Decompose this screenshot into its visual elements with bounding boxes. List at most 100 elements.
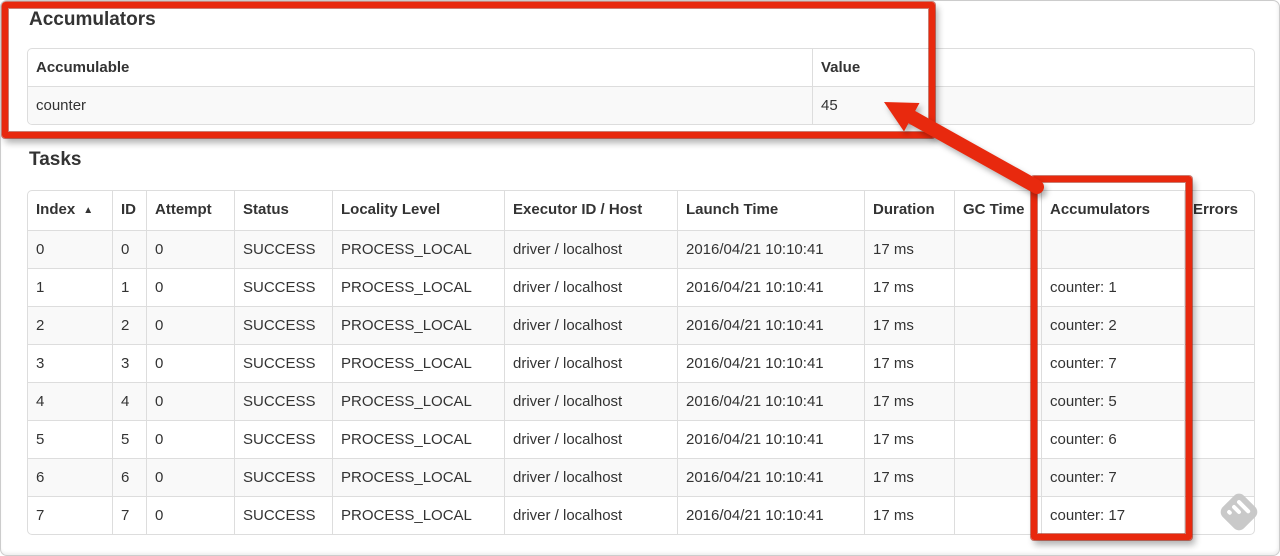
launch-time-cell: 2016/04/21 10:10:41 (677, 420, 864, 458)
duration-cell: 17 ms (864, 420, 954, 458)
errors-column-header[interactable]: Errors (1184, 191, 1254, 230)
tasks-header-row: Index ▲ ID Attempt Status Locality Level … (28, 191, 1254, 230)
sort-ascending-icon: ▲ (83, 205, 94, 216)
accumulators-cell: counter: 5 (1041, 382, 1184, 420)
index-cell: 7 (28, 496, 112, 534)
table-row: 6 6 0 SUCCESS PROCESS_LOCAL driver / loc… (28, 458, 1254, 496)
accumulators-column-header[interactable]: Accumulators (1041, 191, 1184, 230)
launch-time-cell: 2016/04/21 10:10:41 (677, 230, 864, 268)
duration-column-header[interactable]: Duration (864, 191, 954, 230)
table-row: 3 3 0 SUCCESS PROCESS_LOCAL driver / loc… (28, 344, 1254, 382)
attempt-cell: 0 (146, 496, 234, 534)
gc-time-cell (954, 306, 1041, 344)
table-row: 1 1 0 SUCCESS PROCESS_LOCAL driver / loc… (28, 268, 1254, 306)
errors-cell (1184, 268, 1254, 306)
index-cell: 3 (28, 344, 112, 382)
tasks-table: Index ▲ ID Attempt Status Locality Level … (27, 190, 1255, 535)
id-cell: 6 (112, 458, 146, 496)
status-cell: SUCCESS (234, 382, 332, 420)
table-row: counter 45 (28, 86, 1254, 124)
launch-time-cell: 2016/04/21 10:10:41 (677, 496, 864, 534)
index-header-label: Index (36, 201, 76, 218)
accumulators-cell: counter: 7 (1041, 458, 1184, 496)
accumulators-cell (1041, 230, 1184, 268)
gc-time-cell (954, 420, 1041, 458)
gc-time-column-header[interactable]: GC Time (954, 191, 1041, 230)
locality-cell: PROCESS_LOCAL (332, 420, 504, 458)
executor-cell: driver / localhost (504, 420, 677, 458)
accumulators-cell: counter: 6 (1041, 420, 1184, 458)
status-column-header[interactable]: Status (234, 191, 332, 230)
launch-time-cell: 2016/04/21 10:10:41 (677, 382, 864, 420)
attempt-cell: 0 (146, 230, 234, 268)
id-cell: 5 (112, 420, 146, 458)
id-cell: 4 (112, 382, 146, 420)
accumulators-cell: counter: 17 (1041, 496, 1184, 534)
executor-cell: driver / localhost (504, 268, 677, 306)
index-cell: 4 (28, 382, 112, 420)
executor-id-host-column-header[interactable]: Executor ID / Host (504, 191, 677, 230)
launch-time-cell: 2016/04/21 10:10:41 (677, 458, 864, 496)
accumulable-table: Accumulable Value counter 45 (27, 48, 1255, 125)
status-cell: SUCCESS (234, 306, 332, 344)
duration-cell: 17 ms (864, 458, 954, 496)
attempt-cell: 0 (146, 268, 234, 306)
status-cell: SUCCESS (234, 230, 332, 268)
accumulators-cell: counter: 7 (1041, 344, 1184, 382)
watermark-stripe (1226, 509, 1233, 516)
launch-time-cell: 2016/04/21 10:10:41 (677, 344, 864, 382)
locality-cell: PROCESS_LOCAL (332, 458, 504, 496)
launch-time-cell: 2016/04/21 10:10:41 (677, 306, 864, 344)
executor-cell: driver / localhost (504, 230, 677, 268)
attempt-cell: 0 (146, 306, 234, 344)
index-column-header[interactable]: Index ▲ (28, 191, 112, 230)
id-cell: 7 (112, 496, 146, 534)
accumulators-cell: counter: 1 (1041, 268, 1184, 306)
launch-time-column-header[interactable]: Launch Time (677, 191, 864, 230)
duration-cell: 17 ms (864, 344, 954, 382)
status-cell: SUCCESS (234, 268, 332, 306)
id-cell: 0 (112, 230, 146, 268)
gc-time-cell (954, 344, 1041, 382)
status-cell: SUCCESS (234, 420, 332, 458)
table-row: 0 0 0 SUCCESS PROCESS_LOCAL driver / loc… (28, 230, 1254, 268)
index-cell: 5 (28, 420, 112, 458)
id-cell: 2 (112, 306, 146, 344)
locality-level-column-header[interactable]: Locality Level (332, 191, 504, 230)
table-row: 7 7 0 SUCCESS PROCESS_LOCAL driver / loc… (28, 496, 1254, 534)
attempt-cell: 0 (146, 458, 234, 496)
accumulators-heading: Accumulators (29, 9, 156, 30)
executor-cell: driver / localhost (504, 458, 677, 496)
tasks-heading: Tasks (29, 149, 82, 170)
status-cell: SUCCESS (234, 458, 332, 496)
executor-cell: driver / localhost (504, 496, 677, 534)
id-cell: 1 (112, 268, 146, 306)
accumulable-column-header: Accumulable (36, 59, 130, 76)
errors-cell (1184, 420, 1254, 458)
locality-cell: PROCESS_LOCAL (332, 496, 504, 534)
duration-cell: 17 ms (864, 230, 954, 268)
duration-cell: 17 ms (864, 496, 954, 534)
index-cell: 2 (28, 306, 112, 344)
table-row: 4 4 0 SUCCESS PROCESS_LOCAL driver / loc… (28, 382, 1254, 420)
errors-cell (1184, 382, 1254, 420)
index-cell: 6 (28, 458, 112, 496)
gc-time-cell (954, 382, 1041, 420)
accumulators-cell: counter: 2 (1041, 306, 1184, 344)
accumulable-value-cell: 45 (812, 86, 1254, 124)
attempt-cell: 0 (146, 420, 234, 458)
duration-cell: 17 ms (864, 382, 954, 420)
executor-cell: driver / localhost (504, 306, 677, 344)
index-cell: 0 (28, 230, 112, 268)
table-row: 2 2 0 SUCCESS PROCESS_LOCAL driver / loc… (28, 306, 1254, 344)
locality-cell: PROCESS_LOCAL (332, 344, 504, 382)
gc-time-cell (954, 458, 1041, 496)
duration-cell: 17 ms (864, 306, 954, 344)
attempt-column-header[interactable]: Attempt (146, 191, 234, 230)
gc-time-cell (954, 268, 1041, 306)
index-cell: 1 (28, 268, 112, 306)
attempt-cell: 0 (146, 344, 234, 382)
id-column-header[interactable]: ID (112, 191, 146, 230)
gc-time-cell (954, 496, 1041, 534)
gc-time-cell (954, 230, 1041, 268)
